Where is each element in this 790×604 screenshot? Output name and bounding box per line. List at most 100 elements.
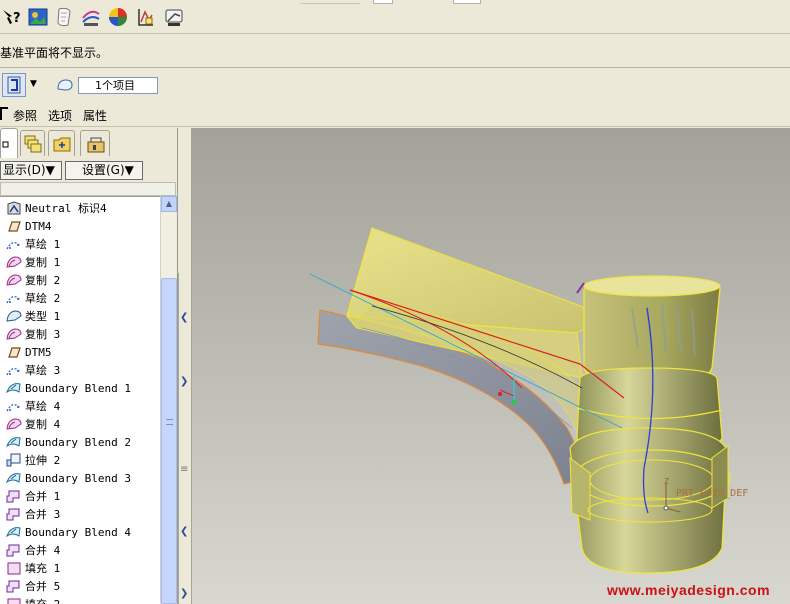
tree-item[interactable]: 合并 5 (0, 577, 160, 595)
tree-item-label: Boundary Blend 4 (25, 525, 131, 539)
model-player-icon[interactable] (80, 6, 102, 28)
tree-item[interactable]: 复制 2 (0, 271, 160, 289)
fill-icon (7, 562, 21, 575)
tree-item[interactable]: 填充 2 (0, 595, 160, 604)
csys-origin (663, 505, 669, 511)
tree-item-label: DTM5 (25, 345, 52, 359)
tree-item[interactable]: Boundary Blend 1 (0, 379, 160, 397)
toolbar-button-fragment[interactable] (373, 0, 393, 4)
favorites-icon (87, 137, 105, 153)
scroll-up-button[interactable]: ▲ (161, 196, 177, 212)
model-3d-view[interactable]: Z (192, 128, 790, 604)
whats-this-help-icon[interactable]: ? (2, 6, 24, 28)
panel-splitter[interactable]: ❮ ❯ ≡ ❮ ❯ (178, 128, 192, 604)
scroll-thumb[interactable] (161, 278, 177, 604)
sketch-icon (6, 296, 21, 304)
tree-item[interactable]: DTM5 (0, 343, 160, 361)
purple-edge (576, 282, 585, 294)
model-tree-scrollbar[interactable]: ▲ (160, 196, 177, 604)
tool-dropdown-arrow[interactable]: ▼ (30, 79, 37, 89)
surface-tool-icon (7, 76, 21, 94)
fill-icon (7, 598, 21, 604)
graphics-window[interactable]: Z PRT_CSYS_DEF www.meiyadesign.com (192, 128, 790, 604)
expand-right-arrow-icon[interactable]: ❯ (180, 376, 188, 387)
sketch-icon (6, 404, 21, 412)
sketch-icon (6, 368, 21, 376)
model-tree-icon (2, 141, 9, 148)
sketch-icon (6, 242, 21, 250)
tree-item[interactable]: Boundary Blend 4 (0, 523, 160, 541)
tree-item[interactable]: 草绘 2 (0, 289, 160, 307)
tree-item[interactable]: Neutral 标识4 (0, 199, 160, 217)
tree-item[interactable]: 类型 1 (0, 307, 160, 325)
extrude-icon (6, 453, 21, 467)
toolbar-field-fragment[interactable] (453, 0, 481, 4)
handle-top-cap (583, 275, 721, 297)
color-appearance-icon[interactable] (107, 6, 129, 28)
measure-icon[interactable] (163, 6, 185, 28)
collapse-left-arrow-icon[interactable]: ❮ (180, 526, 188, 537)
tree-item[interactable]: 填充 1 (0, 559, 160, 577)
tab-options[interactable]: 选项 (48, 107, 72, 124)
tree-item[interactable]: 草绘 3 (0, 361, 160, 379)
expand-right-arrow-icon[interactable]: ❯ (180, 588, 188, 599)
csys-label: PRT_CSYS_DEF (676, 488, 749, 499)
tree-item-label: Boundary Blend 1 (25, 381, 131, 395)
tab-bar-marker (0, 107, 8, 120)
tree-item-label: 合并 3 (25, 508, 61, 521)
navigator-tab-layers[interactable] (20, 130, 45, 156)
selection-collector-field[interactable]: 1个项目 (78, 77, 158, 94)
copy-surface-icon (6, 256, 22, 268)
tree-filter-field[interactable] (0, 182, 176, 196)
show-menu-button[interactable]: 显示(D)▼ (0, 161, 62, 180)
tree-item-label: 拉伸 2 (25, 454, 61, 467)
datum-plane-icon (8, 221, 21, 232)
tab-references[interactable]: 参照 (13, 107, 37, 124)
surface-tool-button[interactable] (2, 73, 26, 97)
tree-item[interactable]: 复制 1 (0, 253, 160, 271)
drag-handle-green (511, 399, 517, 405)
tree-item[interactable]: Boundary Blend 2 (0, 433, 160, 451)
merge-icon (6, 544, 20, 557)
tree-item[interactable]: 拉伸 2 (0, 451, 160, 469)
collapse-left-arrow-icon[interactable]: ❮ (180, 312, 188, 323)
merge-icon (6, 580, 20, 593)
toolbar-divider (300, 0, 360, 4)
tree-item-label: 草绘 1 (25, 238, 61, 251)
tree-item-label: 复制 4 (25, 418, 61, 431)
settings-menu-button[interactable]: 设置(G)▼ (65, 161, 143, 180)
tree-item[interactable]: Boundary Blend 3 (0, 469, 160, 487)
status-message: 基准平面将不显示。 (0, 46, 109, 60)
import-feature-icon (7, 201, 21, 215)
tree-item[interactable]: 复制 4 (0, 415, 160, 433)
tree-item[interactable]: DTM4 (0, 217, 160, 235)
csys-axis-label: Z (664, 477, 669, 486)
tree-item-label: 填充 2 (25, 596, 60, 604)
layers-icon (24, 135, 42, 153)
navigator-tab-favorites[interactable] (80, 130, 110, 156)
appearance-gallery-icon[interactable] (27, 6, 49, 28)
boundary-blend-icon (5, 383, 21, 394)
splitter-line (178, 273, 180, 604)
tree-item[interactable]: 合并 3 (0, 505, 160, 523)
tree-item[interactable]: 合并 4 (0, 541, 160, 559)
selection-collector-icon (57, 79, 73, 91)
copy-surface-icon (6, 418, 22, 430)
tab-properties[interactable]: 属性 (83, 107, 107, 124)
model-analysis-icon[interactable] (135, 6, 157, 28)
splitter-grip-icon[interactable]: ≡ (180, 464, 188, 475)
copy-surface-icon (6, 274, 22, 286)
tree-item-label: 草绘 2 (25, 292, 61, 305)
tree-item[interactable]: 合并 1 (0, 487, 160, 505)
scroll-feature-icon[interactable] (53, 6, 75, 28)
tree-item-label: Boundary Blend 3 (25, 471, 131, 485)
tree-item[interactable]: 草绘 1 (0, 235, 160, 253)
surface-type-icon (6, 310, 22, 322)
tree-item[interactable]: 复制 3 (0, 325, 160, 343)
watermark: www.meiyadesign.com (607, 582, 771, 598)
merge-icon (6, 508, 20, 521)
navigator-tab-folder-browser[interactable] (48, 130, 75, 156)
tree-item[interactable]: 草绘 4 (0, 397, 160, 415)
navigator-tab-model-tree[interactable] (0, 128, 18, 158)
copy-surface-icon (6, 328, 22, 340)
